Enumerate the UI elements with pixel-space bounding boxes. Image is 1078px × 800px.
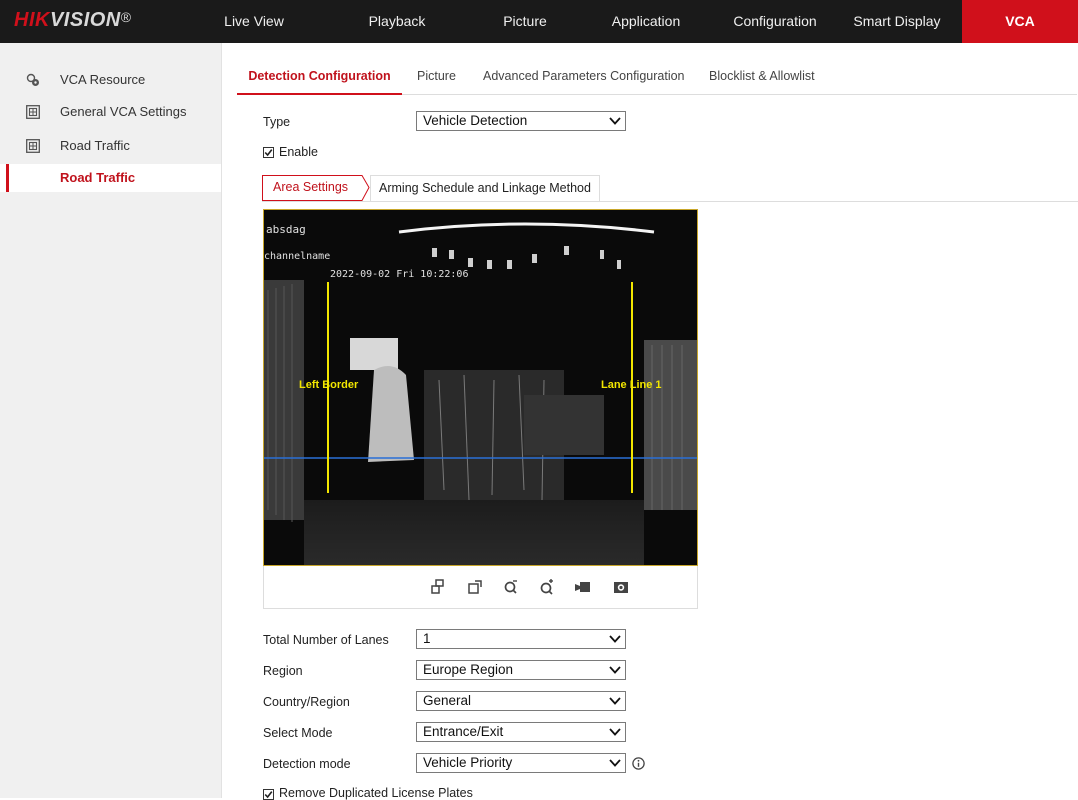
osd-device-name: absdag [266,223,306,236]
total-lanes-value: 1 [423,631,431,646]
sidebar-item-vca-resource[interactable]: VCA Resource [0,66,221,94]
area-subtabs: Area Settings Arming Schedule and Linkag… [262,175,1078,202]
type-label: Type [263,115,291,129]
tab-detection-configuration[interactable]: Detection Configuration [237,60,402,95]
tab-blocklist-allowlist[interactable]: Blocklist & Allowlist [709,60,815,93]
info-icon[interactable] [632,757,645,770]
subtab-area-settings[interactable]: Area Settings [262,175,370,201]
detection-mode-label: Detection mode [263,757,351,771]
nav-smart-display[interactable]: Smart Display [842,0,952,43]
lane-line-label: Lane Line 1 [601,379,662,391]
sidebar-subitem-road-traffic[interactable]: Road Traffic [0,164,221,192]
check-icon [264,149,273,157]
detection-mode-value: Vehicle Priority [423,755,513,770]
video-toolbar [263,566,698,609]
chevron-down-icon [609,635,621,643]
sidebar-subitem-label: Road Traffic [60,170,136,185]
sidebar-item-label: Road Traffic [60,138,130,153]
region-label: Region [263,664,303,678]
osd-channel-name: channelname [264,251,331,262]
tab-picture[interactable]: Picture [417,60,456,93]
tab-advanced-parameters[interactable]: Advanced Parameters Configuration [483,60,685,93]
enable-label: Enable [279,145,318,159]
remove-duplicated-checkbox[interactable] [263,789,274,800]
country-region-label: Country/Region [263,695,350,709]
region-select[interactable]: Europe Region [416,660,626,680]
subtab-area-settings-label: Area Settings [273,180,349,194]
chevron-down-icon [609,666,621,674]
sidebar: VCA Resource General VCA Settings Road T… [0,43,222,798]
nav-playback[interactable]: Playback [360,0,434,43]
subtab-arming-schedule[interactable]: Arming Schedule and Linkage Method [370,175,600,201]
detection-mode-select[interactable]: Vehicle Priority [416,753,626,773]
total-lanes-select[interactable]: 1 [416,629,626,649]
type-select[interactable]: Vehicle Detection [416,111,626,131]
live-video-preview[interactable]: absdag channelname 2022-09-02 Fri 10:22:… [263,209,698,566]
zoom-out-icon[interactable] [502,578,520,596]
left-border-label: Left Border [299,379,359,391]
country-region-value: General [423,693,472,708]
chevron-down-icon [609,759,621,767]
nav-picture[interactable]: Picture [488,0,562,43]
country-region-select[interactable]: General [416,691,626,711]
zoom-in-icon[interactable] [538,578,556,596]
snapshot-icon[interactable] [612,578,630,596]
grid-icon [26,105,40,119]
select-mode-value: Entrance/Exit [423,724,504,739]
chevron-down-icon [609,728,621,736]
sidebar-item-road-traffic[interactable]: Road Traffic [0,132,221,160]
top-navigation-bar: HIKVISION® Live View Playback Picture Ap… [0,0,1078,43]
hikvision-logo: HIKVISION® [14,9,132,31]
chevron-down-icon [609,117,621,125]
sidebar-item-label: General VCA Settings [60,104,187,119]
nav-application[interactable]: Application [598,0,694,43]
maximize-window-icon[interactable] [466,578,484,596]
select-mode-select[interactable]: Entrance/Exit [416,722,626,742]
record-icon[interactable] [574,578,592,596]
enable-checkbox[interactable] [263,147,274,158]
chevron-down-icon [609,697,621,705]
total-lanes-label: Total Number of Lanes [263,633,389,647]
vca-resource-icon [26,73,39,86]
sidebar-item-label: VCA Resource [60,72,146,87]
nav-configuration[interactable]: Configuration [722,0,828,43]
grid-icon [26,139,40,153]
type-select-value: Vehicle Detection [423,113,528,128]
nav-vca[interactable]: VCA [962,0,1078,43]
nav-live-view[interactable]: Live View [222,0,286,43]
region-value: Europe Region [423,662,514,677]
restore-window-icon[interactable] [429,578,447,596]
select-mode-label: Select Mode [263,726,333,740]
osd-timestamp: 2022-09-02 Fri 10:22:06 [330,269,469,280]
config-tabs: Detection Configuration Picture Advanced… [237,60,1077,95]
sidebar-item-general-vca-settings[interactable]: General VCA Settings [0,98,221,126]
active-indicator [6,164,9,192]
